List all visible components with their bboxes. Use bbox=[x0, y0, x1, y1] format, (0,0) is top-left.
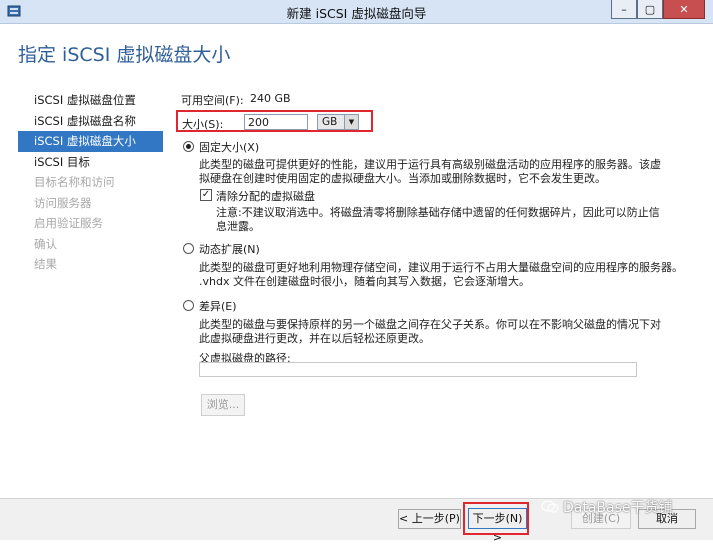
dynamic-radio[interactable] bbox=[183, 243, 194, 254]
nav-item-confirm: 确认 bbox=[34, 236, 57, 251]
clear-disk-checkbox[interactable]: ✓ bbox=[200, 189, 212, 201]
chevron-down-icon[interactable]: ▼ bbox=[344, 115, 358, 129]
browse-button[interactable]: 浏览... bbox=[201, 394, 245, 416]
chat-bubble-icon bbox=[541, 500, 559, 513]
differencing-label[interactable]: 差异(E) bbox=[199, 298, 237, 314]
fixed-size-desc-2: 拟硬盘在创建时使用固定的虚拟硬盘大小。当添加或删除数据时，它不会发生更改。 bbox=[199, 172, 606, 185]
dynamic-desc-2: .vhdx 文件在创建磁盘时很小，随着向其写入数据，它会逐渐增大。 bbox=[199, 275, 530, 288]
differencing-desc-1: 此类型的磁盘与要保持原样的另一个磁盘之间存在父子关系。你可以在不影响父磁盘的情况… bbox=[199, 318, 661, 331]
watermark: DataBase干货铺 bbox=[541, 497, 673, 517]
clear-disk-label[interactable]: 清除分配的虚拟磁盘 bbox=[216, 188, 315, 204]
available-space-value: 240 GB bbox=[250, 92, 291, 105]
nav-item-location[interactable]: iSCSI 虚拟磁盘位置 bbox=[18, 90, 163, 111]
nav-item-auth: 启用验证服务 bbox=[34, 216, 103, 230]
nav-item-target-name: 目标名称和访问 bbox=[34, 175, 115, 189]
nav-item-size[interactable]: iSCSI 虚拟磁盘大小 bbox=[18, 131, 163, 152]
watermark-text: DataBase干货铺 bbox=[563, 500, 673, 516]
unit-value: GB bbox=[322, 116, 338, 128]
clear-disk-desc-2: 息泄露。 bbox=[216, 220, 260, 233]
wizard-nav: iSCSI 虚拟磁盘位置 iSCSI 虚拟磁盘名称 iSCSI 虚拟磁盘大小 i… bbox=[18, 90, 163, 275]
nav-item-access-servers: 访问服务器 bbox=[34, 195, 92, 210]
size-label: 大小(S): bbox=[182, 118, 224, 131]
nav-item-target[interactable]: iSCSI 目标 bbox=[18, 152, 163, 173]
content-panel: 可用空间(F): 240 GB 大小(S): 200 GB ▼ 固定大小(X) … bbox=[176, 0, 706, 500]
clear-disk-desc-1: 注意:不建议取消选中。将磁盘清零将删除基础存储中遗留的任何数据碎片，因此可以防止… bbox=[216, 206, 660, 219]
size-input[interactable]: 200 bbox=[244, 114, 308, 130]
dynamic-desc-1: 此类型的磁盘可更好地利用物理存储空间，建议用于运行不占用大量磁盘空间的应用程序的… bbox=[199, 261, 683, 274]
differencing-desc-2: 此虚拟硬盘进行更改，并在以后轻松还原更改。 bbox=[199, 332, 430, 345]
nav-item-name[interactable]: iSCSI 虚拟磁盘名称 bbox=[18, 111, 163, 132]
fixed-size-label[interactable]: 固定大小(X) bbox=[199, 139, 259, 155]
nav-item-results: 结果 bbox=[34, 257, 57, 271]
available-space-label: 可用空间(F): bbox=[181, 94, 244, 107]
fixed-size-radio[interactable] bbox=[183, 141, 194, 152]
dynamic-label[interactable]: 动态扩展(N) bbox=[199, 241, 260, 257]
differencing-radio[interactable] bbox=[183, 300, 194, 311]
prev-button[interactable]: < 上一步(P) bbox=[398, 509, 461, 529]
wizard-window: 新建 iSCSI 虚拟磁盘向导 – ▢ ✕ 指定 iSCSI 虚拟磁盘大小 iS… bbox=[0, 0, 713, 544]
parent-path-input[interactable] bbox=[199, 362, 637, 377]
unit-dropdown[interactable]: GB ▼ bbox=[317, 114, 359, 130]
fixed-size-desc-1: 此类型的磁盘可提供更好的性能，建议用于运行具有高级别磁盘活动的应用程序的服务器。… bbox=[199, 158, 661, 171]
next-highlight-box bbox=[463, 502, 529, 535]
